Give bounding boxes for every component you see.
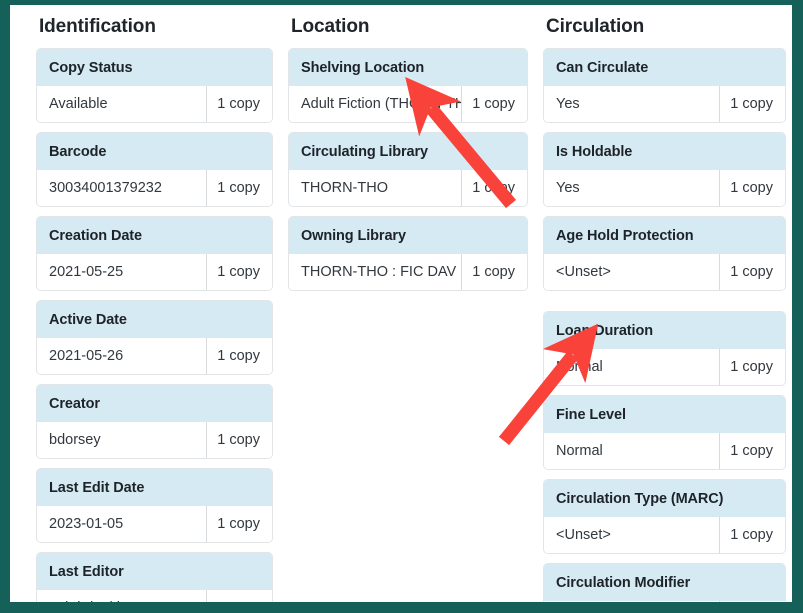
card-count: 1 copy — [206, 422, 272, 458]
card-value: book — [544, 601, 719, 602]
card-body: book 1 copy — [544, 601, 785, 602]
card-creator[interactable]: Creator bdorsey 1 copy — [36, 384, 273, 459]
card-body: 2021-05-25 1 copy — [37, 254, 272, 290]
card-label: Age Hold Protection — [544, 217, 785, 254]
card-count: 1 copy — [461, 170, 527, 206]
card-body: Normal 1 copy — [544, 349, 785, 385]
card-count: 1 copy — [719, 170, 785, 206]
card-loan-duration[interactable]: Loan Duration Normal 1 copy — [543, 311, 786, 386]
card-circulation-type-marc[interactable]: Circulation Type (MARC) <Unset> 1 copy — [543, 479, 786, 554]
column-circulation: Circulation Can Circulate Yes 1 copy Is … — [533, 5, 792, 602]
card-value: Adult Fiction (THORN-THO) — [301, 96, 461, 112]
card-label: Barcode — [37, 133, 272, 170]
card-count: 1 copy — [206, 506, 272, 542]
card-value: 2023-01-05 — [49, 516, 124, 532]
card-circulation-modifier[interactable]: Circulation Modifier book 1 copy — [543, 563, 786, 602]
card-body: 2023-01-05 1 copy — [37, 506, 272, 542]
card-value: Available — [49, 96, 108, 112]
card-body: Normal 1 copy — [544, 433, 785, 469]
copy-details-panel: Identification Copy Status Available 1 c… — [0, 0, 803, 613]
card-body: THORN-THO 1 copy — [289, 170, 527, 206]
card-body: 30034001379232 1 copy — [37, 170, 272, 206]
card-body: ttplt-bdeakins 1 copy — [37, 590, 272, 613]
card-label: Creator — [37, 385, 272, 422]
card-count: 1 copy — [206, 338, 272, 374]
card-body: THORN-THO : FIC DAV 1 copy — [289, 254, 527, 290]
card-label: Copy Status — [37, 49, 272, 86]
card-body: Yes 1 copy — [544, 86, 785, 122]
column-identification: Identification Copy Status Available 1 c… — [10, 5, 278, 602]
card-last-edit-date[interactable]: Last Edit Date 2023-01-05 1 copy — [36, 468, 273, 543]
card-is-holdable[interactable]: Is Holdable Yes 1 copy — [543, 132, 786, 207]
columns-container: Identification Copy Status Available 1 c… — [10, 5, 792, 602]
card-label: Circulation Type (MARC) — [544, 480, 785, 517]
card-value: <Unset> — [556, 264, 611, 280]
card-count: 1 copy — [719, 254, 785, 290]
card-owning-library[interactable]: Owning Library THORN-THO : FIC DAV 1 cop… — [288, 216, 528, 291]
card-active-date[interactable]: Active Date 2021-05-26 1 copy — [36, 300, 273, 375]
card-body: Yes 1 copy — [544, 170, 785, 206]
card-label: Loan Duration — [544, 312, 785, 349]
card-value: 30034001379232 — [49, 180, 162, 196]
card-value: Yes — [556, 180, 580, 196]
card-can-circulate[interactable]: Can Circulate Yes 1 copy — [543, 48, 786, 123]
card-value: Normal — [556, 443, 603, 459]
card-value: bdorsey — [49, 432, 101, 448]
card-count: 1 copy — [461, 86, 527, 122]
card-body: 2021-05-26 1 copy — [37, 338, 272, 374]
card-label: Owning Library — [289, 217, 527, 254]
card-count: 1 copy — [206, 86, 272, 122]
card-count: 1 copy — [719, 433, 785, 469]
card-age-hold-protection[interactable]: Age Hold Protection <Unset> 1 copy — [543, 216, 786, 291]
card-body: <Unset> 1 copy — [544, 254, 785, 290]
card-body: Available 1 copy — [37, 86, 272, 122]
card-value: THORN-THO : FIC DAV — [301, 264, 457, 280]
card-label: Can Circulate — [544, 49, 785, 86]
card-value: Yes — [556, 96, 580, 112]
card-barcode[interactable]: Barcode 30034001379232 1 copy — [36, 132, 273, 207]
cards-location: Shelving Location Adult Fiction (THORN-T… — [288, 48, 528, 291]
column-location: Location Shelving Location Adult Fiction… — [278, 5, 533, 602]
cards-identification: Copy Status Available 1 copy Barcode 300… — [36, 48, 273, 613]
column-title-identification: Identification — [39, 16, 156, 37]
card-label: Circulating Library — [289, 133, 527, 170]
card-label: Last Edit Date — [37, 469, 272, 506]
card-count: 1 copy — [719, 349, 785, 385]
card-body: <Unset> 1 copy — [544, 517, 785, 553]
column-title-location: Location — [291, 16, 370, 37]
card-count: 1 copy — [461, 254, 527, 290]
card-label: Fine Level — [544, 396, 785, 433]
card-label: Circulation Modifier — [544, 564, 785, 601]
card-value: ttplt-bdeakins — [49, 600, 136, 613]
card-value: <Unset> — [556, 527, 611, 543]
column-title-circulation: Circulation — [546, 16, 645, 37]
card-count: 1 copy — [206, 590, 272, 602]
card-fine-level[interactable]: Fine Level Normal 1 copy — [543, 395, 786, 470]
card-label: Creation Date — [37, 217, 272, 254]
card-count: 1 copy — [206, 254, 272, 290]
card-last-editor[interactable]: Last Editor ttplt-bdeakins 1 copy — [36, 552, 273, 613]
card-value: 2021-05-25 — [49, 264, 124, 280]
card-copy-status[interactable]: Copy Status Available 1 copy — [36, 48, 273, 123]
card-count: 1 copy — [719, 601, 785, 602]
card-value: THORN-THO — [301, 180, 388, 196]
card-label: Shelving Location — [289, 49, 527, 86]
card-count: 1 copy — [719, 517, 785, 553]
card-label: Is Holdable — [544, 133, 785, 170]
card-circulating-library[interactable]: Circulating Library THORN-THO 1 copy — [288, 132, 528, 207]
card-shelving-location[interactable]: Shelving Location Adult Fiction (THORN-T… — [288, 48, 528, 123]
card-body: Adult Fiction (THORN-THO) 1 copy — [289, 86, 527, 122]
card-label: Last Editor — [37, 553, 272, 590]
cards-circulation: Can Circulate Yes 1 copy Is Holdable Yes… — [543, 48, 786, 602]
card-creation-date[interactable]: Creation Date 2021-05-25 1 copy — [36, 216, 273, 291]
card-value: 2021-05-26 — [49, 348, 124, 364]
card-count: 1 copy — [206, 170, 272, 206]
card-value: Normal — [556, 359, 603, 375]
card-count: 1 copy — [719, 86, 785, 122]
card-label: Active Date — [37, 301, 272, 338]
card-body: bdorsey 1 copy — [37, 422, 272, 458]
